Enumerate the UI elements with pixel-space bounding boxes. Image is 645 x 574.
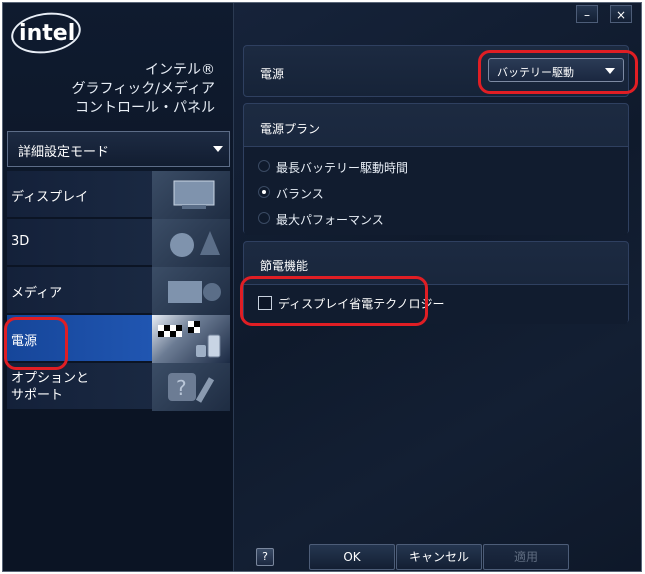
3d-shapes-icon — [152, 219, 230, 267]
sidebar-item-label: メディア — [11, 286, 63, 301]
main-panel: – × 電源 バッテリー駆動 電源プラン 最長バッテリー駆動時間 バランス 最大… — [234, 3, 641, 571]
power-plan-options: 最長バッテリー駆動時間 バランス 最大パフォーマンス — [244, 146, 628, 235]
mode-select[interactable]: 詳細設定モード — [7, 131, 230, 167]
highlight-ring-dropdown — [478, 50, 638, 94]
power-plan-title: 電源プラン — [260, 122, 321, 136]
cancel-button[interactable]: キャンセル — [396, 544, 482, 570]
svg-text:?: ? — [176, 376, 187, 400]
radio-circle — [258, 160, 270, 172]
power-saving-title: 節電機能 — [260, 259, 309, 273]
radio-label: 最長バッテリー駆動時間 — [276, 161, 409, 175]
power-flag-battery-icon — [152, 315, 230, 363]
power-source-panel: 電源 バッテリー駆動 — [243, 45, 638, 97]
sidebar-item-label: 3D — [11, 234, 30, 249]
chevron-down-icon — [213, 146, 223, 152]
highlight-ring-power-nav — [4, 317, 68, 370]
mode-select-value: 詳細設定モード — [18, 145, 110, 160]
ok-button[interactable]: OK — [309, 544, 395, 570]
product-title-line2: グラフィック/メディア — [71, 81, 215, 97]
control-panel-window: intel インテル® グラフィック/メディア コントロール・パネル 詳細設定モ… — [2, 2, 642, 572]
sidebar-item-label-line1: オプションと — [11, 371, 90, 386]
close-button[interactable]: × — [610, 5, 632, 23]
media-camera-icon — [152, 267, 230, 315]
radio-label: バランス — [276, 187, 324, 201]
sidebar-item-options-support[interactable]: オプションと サポート ? — [7, 363, 230, 411]
support-tools-icon: ? — [152, 363, 230, 411]
power-source-label: 電源 — [260, 67, 285, 81]
sidebar-item-label: オプションと サポート — [11, 370, 89, 404]
sidebar-item-media[interactable]: メディア — [7, 267, 230, 315]
sidebar-item-label-line2: サポート — [11, 388, 64, 403]
apply-button[interactable]: 適用 — [483, 544, 569, 570]
highlight-ring-checkbox — [240, 276, 428, 326]
product-title-line3: コントロール・パネル — [75, 100, 215, 116]
sidebar-nav: ディスプレイ 3D メディア 電源 オプションと サポート ? — [7, 171, 230, 411]
radio-circle-selected — [258, 186, 270, 198]
help-button[interactable]: ? — [256, 548, 274, 566]
sidebar: intel インテル® グラフィック/メディア コントロール・パネル 詳細設定モ… — [3, 3, 234, 571]
product-title: インテル® グラフィック/メディア コントロール・パネル — [72, 61, 215, 118]
display-icon — [152, 171, 230, 219]
radio-circle — [258, 212, 270, 224]
power-plan-panel: 電源プラン 最長バッテリー駆動時間 バランス 最大パフォーマンス — [243, 103, 629, 235]
power-saving-panel: 節電機能 ディスプレイ省電テクノロジー — [240, 241, 629, 326]
minimize-button[interactable]: – — [576, 5, 598, 23]
sidebar-item-display[interactable]: ディスプレイ — [7, 171, 230, 219]
product-title-line1: インテル® — [145, 62, 215, 78]
intel-logo: intel — [8, 8, 84, 58]
radio-label: 最大パフォーマンス — [276, 213, 384, 227]
sidebar-item-label: ディスプレイ — [11, 190, 89, 205]
sidebar-item-3d[interactable]: 3D — [7, 219, 230, 267]
intel-logo-text: intel — [19, 20, 76, 46]
